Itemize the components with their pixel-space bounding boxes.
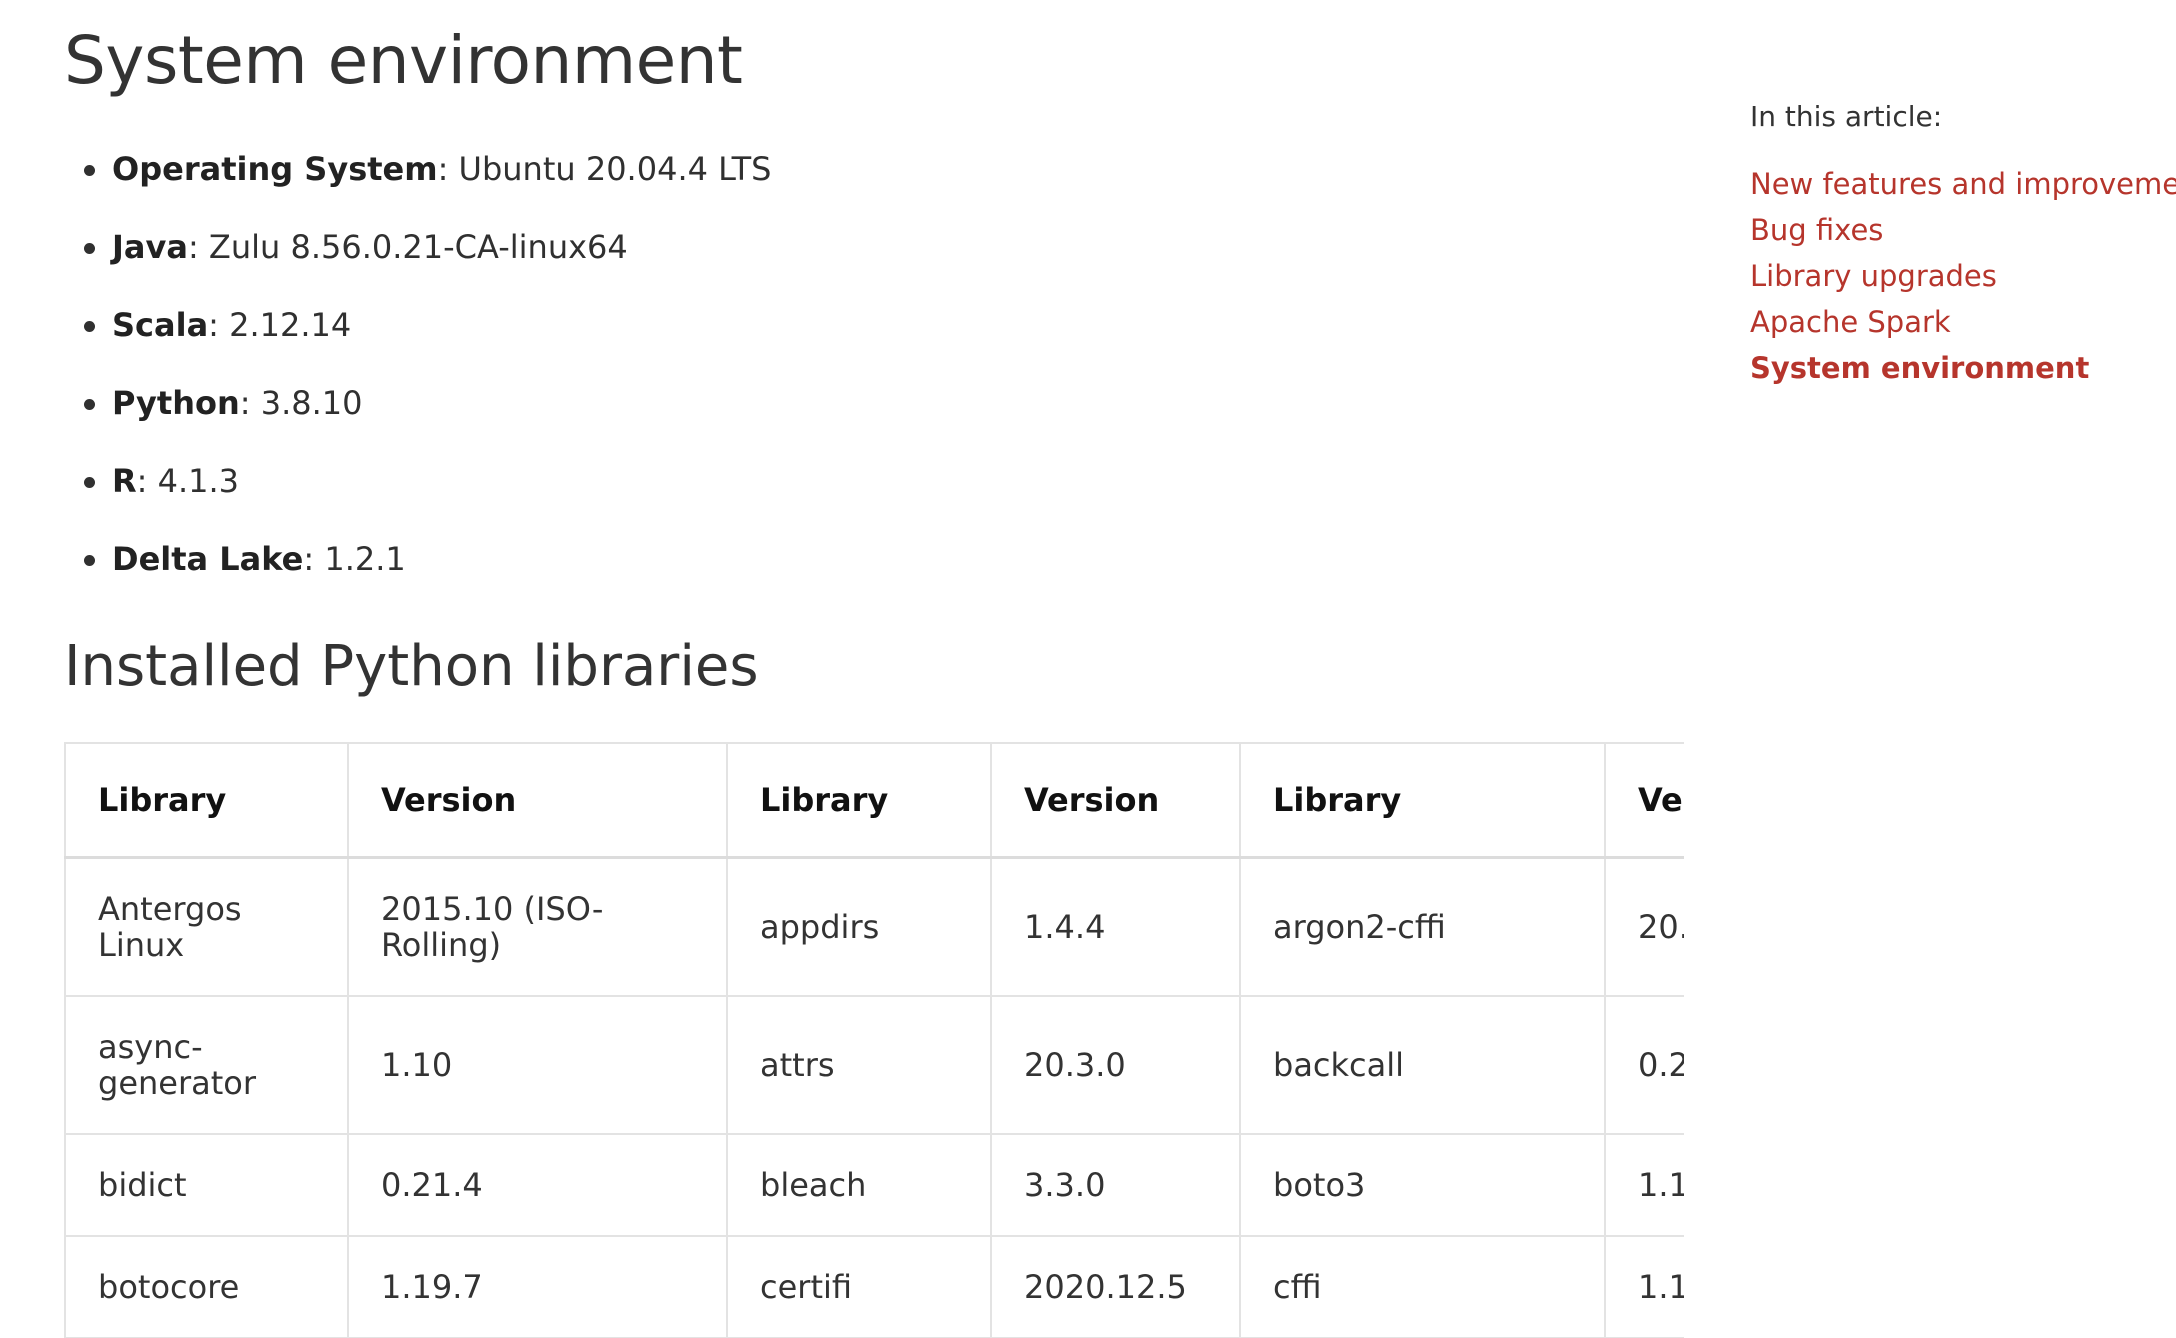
env-item-os: Operating System: Ubuntu 20.04.4 LTS [64, 140, 771, 218]
table-cell: 0.21.4 [347, 1133, 728, 1237]
toc-link-new-features[interactable]: New features and improvements [1750, 161, 2176, 207]
table-cell: cffi [1239, 1235, 1606, 1338]
table-cell: 1.19.7 [347, 1235, 728, 1338]
page-title: System environment [64, 22, 743, 99]
column-header: Version [1604, 742, 1684, 859]
env-label: Python [112, 384, 240, 422]
environment-list: Operating System: Ubuntu 20.04.4 LTS Jav… [64, 140, 771, 608]
table-cell: attrs [726, 995, 992, 1135]
column-header: Version [347, 742, 728, 859]
env-label: Operating System [112, 150, 438, 188]
table-cell: backcall [1239, 995, 1606, 1135]
toc-link-apache-spark[interactable]: Apache Spark [1750, 299, 2176, 345]
env-label: R [112, 462, 137, 500]
toc-link-library-upgrades[interactable]: Library upgrades [1750, 253, 2176, 299]
table-cell: 1.10 [347, 995, 728, 1135]
env-value: : 1.2.1 [303, 540, 406, 578]
libraries-table-scroll[interactable]: Library Version Library Version Library … [64, 742, 1684, 1338]
table-cell: 2020.12.5 [990, 1235, 1241, 1338]
toc-link-system-environment[interactable]: System environment [1750, 345, 2176, 391]
column-header: Version [990, 742, 1241, 859]
table-cell: 1.4.4 [990, 856, 1241, 997]
env-value: : Ubuntu 20.04.4 LTS [437, 150, 772, 188]
table-row: async-generator 1.10 attrs 20.3.0 backca… [64, 995, 1684, 1135]
table-cell: bleach [726, 1133, 992, 1237]
env-label: Scala [112, 306, 209, 344]
table-cell: 20.1.0 [1604, 856, 1684, 997]
table-cell: bidict [64, 1133, 349, 1237]
table-row: Antergos Linux 2015.10 (ISO-Rolling) app… [64, 856, 1684, 997]
table-of-contents: In this article: New features and improv… [1750, 100, 2176, 391]
table-cell: 1.16.7 [1604, 1133, 1684, 1237]
env-item-r: R: 4.1.3 [64, 452, 771, 530]
env-value: : 2.12.14 [208, 306, 352, 344]
column-header: Library [726, 742, 992, 859]
table-cell: botocore [64, 1235, 349, 1338]
column-header: Library [1239, 742, 1606, 859]
toc-heading: In this article: [1750, 100, 1943, 133]
table-row: bidict 0.21.4 bleach 3.3.0 boto3 1.16.7 [64, 1133, 1684, 1237]
env-value: : 4.1.3 [136, 462, 240, 500]
table-cell: certifi [726, 1235, 992, 1338]
column-header: Library [64, 742, 349, 859]
table-cell: appdirs [726, 856, 992, 997]
table-row: botocore 1.19.7 certifi 2020.12.5 cffi 1… [64, 1235, 1684, 1338]
env-value: : 3.8.10 [239, 384, 363, 422]
table-cell: 3.3.0 [990, 1133, 1241, 1237]
env-item-scala: Scala: 2.12.14 [64, 296, 771, 374]
table-cell: 0.2.0 [1604, 995, 1684, 1135]
env-item-java: Java: Zulu 8.56.0.21-CA-linux64 [64, 218, 771, 296]
env-item-delta-lake: Delta Lake: 1.2.1 [64, 530, 771, 608]
table-cell: argon2-cffi [1239, 856, 1606, 997]
table-cell: boto3 [1239, 1133, 1606, 1237]
env-value: : Zulu 8.56.0.21-CA-linux64 [187, 228, 628, 266]
table-cell: 1.14.5 [1604, 1235, 1684, 1338]
table-header-row: Library Version Library Version Library … [64, 742, 1684, 859]
libraries-table: Library Version Library Version Library … [64, 742, 1684, 1338]
table-cell: Antergos Linux [64, 856, 349, 997]
env-label: Java [112, 228, 188, 266]
toc-link-bug-fixes[interactable]: Bug fixes [1750, 207, 2176, 253]
env-label: Delta Lake [112, 540, 304, 578]
table-cell: 2015.10 (ISO-Rolling) [347, 856, 728, 997]
env-item-python: Python: 3.8.10 [64, 374, 771, 452]
section-title: Installed Python libraries [64, 634, 759, 699]
table-cell: 20.3.0 [990, 995, 1241, 1135]
table-cell: async-generator [64, 995, 349, 1135]
